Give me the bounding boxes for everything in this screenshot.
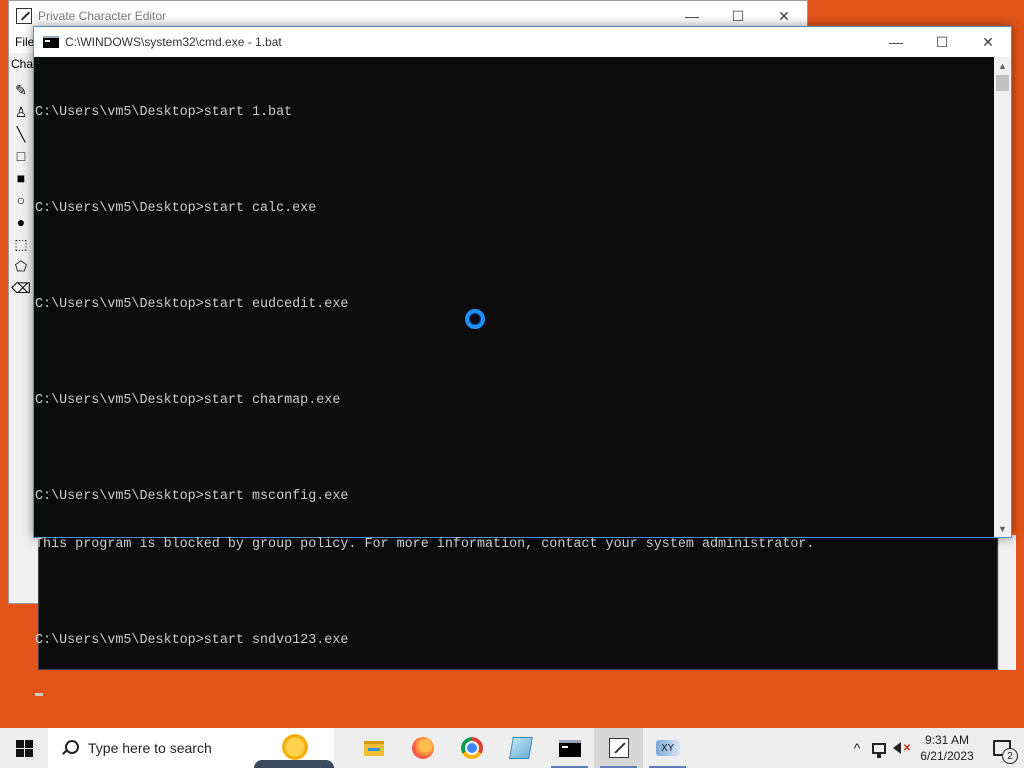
pce-app-icon xyxy=(16,8,32,24)
taskbar-notepad[interactable] xyxy=(496,728,545,768)
cmd-titlebar[interactable]: C:\WINDOWS\system32\cmd.exe - 1.bat — ☐ … xyxy=(34,27,1011,57)
firefox-icon xyxy=(411,737,434,759)
volume-tray[interactable]: ✕ xyxy=(890,728,914,768)
text-cursor xyxy=(35,693,43,696)
folder-icon xyxy=(363,740,384,756)
taskbar: Type here to search XY ^ ✕ 9:31 AM 6/21/… xyxy=(0,728,1024,768)
console-cursor-line xyxy=(35,681,996,697)
cmd-scrollbar[interactable]: ▲ ▼ xyxy=(994,57,1011,537)
taskbar-file-explorer[interactable] xyxy=(349,728,398,768)
cmd-app-icon xyxy=(43,36,59,48)
console-line: This program is blocked by group policy.… xyxy=(35,537,815,552)
scroll-thumb[interactable] xyxy=(996,75,1009,91)
cmd-console-output[interactable]: C:\Users\vm5\Desktop>start 1.bat C:\User… xyxy=(34,57,996,696)
pce-tool-palette: ✎ ♙ ╲ □ ■ ○ ● ⬚ ⬠ ⌫ xyxy=(11,79,33,299)
taskbar-search-box[interactable]: Type here to search xyxy=(48,728,334,768)
notification-count-badge: 2 xyxy=(1002,748,1018,764)
eraser-tool-icon[interactable]: ⌫ xyxy=(11,277,31,299)
busy-spinner-cursor-icon xyxy=(465,309,485,329)
taskbar-chrome[interactable] xyxy=(447,728,496,768)
system-tray: ^ ✕ 9:31 AM 6/21/2023 2 xyxy=(846,728,1024,768)
console-line: C:\Users\vm5\Desktop>start calc.exe xyxy=(35,201,317,216)
character-map-icon: XY xyxy=(655,740,680,756)
clock-date: 6/21/2023 xyxy=(920,749,974,763)
network-icon xyxy=(872,742,886,758)
command-prompt-icon xyxy=(558,739,581,757)
cmd-window[interactable]: C:\WINDOWS\system32\cmd.exe - 1.bat — ☐ … xyxy=(33,26,1012,696)
chrome-icon xyxy=(460,737,483,759)
taskbar-private-character-editor[interactable] xyxy=(594,728,643,768)
cmd-minimize-button[interactable]: — xyxy=(873,27,919,57)
brush-tool-icon[interactable]: ♙ xyxy=(11,101,31,123)
filled-rectangle-tool-icon[interactable]: ■ xyxy=(11,167,31,189)
freeform-selection-tool-icon[interactable]: ⬠ xyxy=(11,255,31,277)
console-line: C:\Users\vm5\Desktop>start 1.bat xyxy=(35,105,293,120)
notepad-icon xyxy=(508,737,533,759)
show-hidden-icons-chevron-icon[interactable]: ^ xyxy=(846,728,868,768)
search-highlight-landscape xyxy=(254,760,334,768)
search-placeholder: Type here to search xyxy=(88,740,212,756)
cmd-close-button[interactable]: ✕ xyxy=(965,27,1011,57)
console-line: C:\Users\vm5\Desktop>start charmap.exe xyxy=(35,393,341,408)
start-button[interactable] xyxy=(0,728,48,768)
console-line: C:\Users\vm5\Desktop>start sndvo123.exe xyxy=(35,633,349,648)
console-line: C:\Users\vm5\Desktop>start msconfig.exe xyxy=(35,489,349,504)
clock-time: 9:31 AM xyxy=(924,733,970,747)
muted-mark: ✕ xyxy=(902,742,912,754)
hollow-rectangle-tool-icon[interactable]: □ xyxy=(11,145,31,167)
search-highlight-sun-icon[interactable] xyxy=(282,734,308,760)
pce-title: Private Character Editor xyxy=(38,9,167,23)
scroll-up-arrow-icon[interactable]: ▲ xyxy=(994,57,1011,74)
background-scrollbar[interactable] xyxy=(998,535,1016,670)
rectangular-selection-tool-icon[interactable]: ⬚ xyxy=(11,233,31,255)
private-character-editor-icon xyxy=(608,738,629,758)
console-line: C:\Users\vm5\Desktop>start eudcedit.exe xyxy=(35,297,349,312)
windows-logo-icon xyxy=(15,739,33,757)
cmd-title: C:\WINDOWS\system32\cmd.exe - 1.bat xyxy=(65,35,282,49)
scroll-down-arrow-icon[interactable]: ▼ xyxy=(994,520,1011,537)
pencil-tool-icon[interactable]: ✎ xyxy=(11,79,31,101)
action-center-button[interactable]: 2 xyxy=(980,728,1024,768)
speaker-muted-icon xyxy=(892,742,901,754)
taskbar-character-map[interactable]: XY xyxy=(643,728,692,768)
hollow-ellipse-tool-icon[interactable]: ○ xyxy=(11,189,31,211)
taskbar-clock[interactable]: 9:31 AM 6/21/2023 xyxy=(914,728,980,768)
filled-ellipse-tool-icon[interactable]: ● xyxy=(11,211,31,233)
line-tool-icon[interactable]: ╲ xyxy=(11,123,31,145)
search-icon xyxy=(62,740,79,756)
taskbar-command-prompt[interactable] xyxy=(545,728,594,768)
taskbar-firefox[interactable] xyxy=(398,728,447,768)
cmd-maximize-button[interactable]: ☐ xyxy=(919,27,965,57)
network-tray[interactable] xyxy=(868,728,890,768)
